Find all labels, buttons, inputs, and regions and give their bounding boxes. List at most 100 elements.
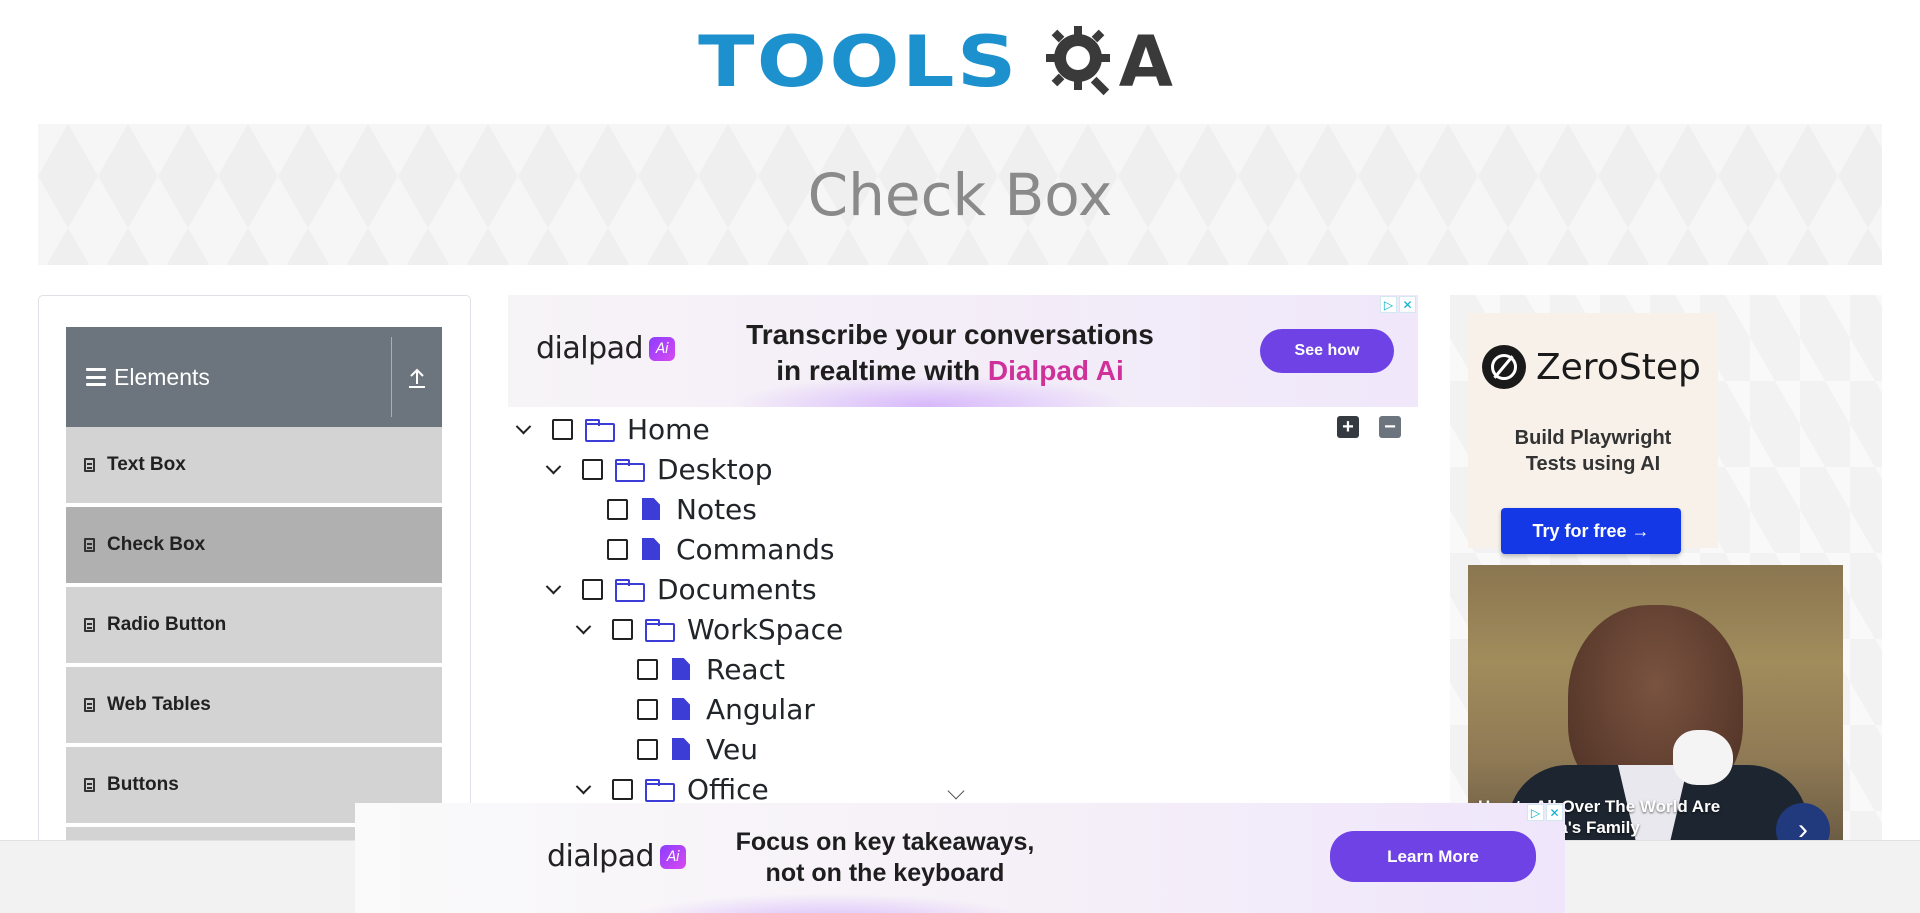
ad-close-icon[interactable]: ✕ [1399, 296, 1416, 313]
ad-headline-line1: Focus on key takeaways, [735, 828, 1035, 856]
toggle-chevron-icon[interactable] [568, 774, 598, 804]
ad-glow [615, 893, 1035, 913]
logo-text-qa: A [1118, 21, 1173, 103]
tree-node-label[interactable]: Documents [657, 573, 817, 606]
toolsqa-logo[interactable]: TOOLS A [698, 21, 1173, 103]
dialpad-ai-badge: Ai [649, 336, 676, 361]
html5-icon [84, 458, 95, 472]
see-how-button[interactable]: See how [1260, 329, 1394, 373]
sidebar-item-radio-button[interactable]: Radio Button [66, 587, 442, 665]
tree-node-label[interactable]: Notes [676, 493, 757, 526]
html5-icon [84, 538, 95, 552]
tree-node-label[interactable]: Home [627, 413, 710, 446]
checkbox[interactable] [582, 578, 603, 600]
header: TOOLS A [0, 0, 1920, 124]
tree-node-label[interactable]: Desktop [657, 453, 772, 486]
tree-node-label[interactable]: React [706, 653, 785, 686]
tree-node-desktop: Desktop [538, 449, 772, 489]
sidebar-item-label: Buttons [107, 774, 179, 795]
folder-icon [645, 619, 675, 642]
expand-all-button[interactable]: + [1337, 416, 1359, 438]
tree-node-home: Home [508, 409, 710, 449]
toggle-chevron-icon[interactable] [508, 414, 538, 444]
sidebar-item-label: Web Tables [107, 694, 211, 715]
file-icon [672, 738, 690, 760]
sidebar-group-title: Elements [114, 363, 210, 390]
checkbox[interactable] [637, 658, 658, 680]
collapse-up-icon[interactable] [406, 362, 428, 392]
checkbox[interactable] [637, 738, 658, 760]
try-for-free-button[interactable]: Try for free → [1501, 508, 1681, 554]
checkbox[interactable] [552, 418, 573, 440]
ad-headline-line2: not on the keyboard [765, 859, 1005, 887]
folder-icon [645, 779, 675, 802]
tree-node-workspace: WorkSpace [568, 609, 843, 649]
tree-node-react: React [637, 649, 785, 689]
zerostep-subtitle-line2: Tests using AI [1525, 453, 1661, 475]
ad-headline: Focus on key takeaways, not on the keybo… [715, 827, 1055, 889]
tree-node-label[interactable]: Commands [676, 533, 835, 566]
folder-icon [615, 579, 645, 602]
tree-node-veu: Veu [637, 729, 758, 769]
folder-icon [585, 419, 615, 442]
zerostep-logo-icon [1482, 345, 1526, 389]
page-banner: Check Box [38, 124, 1882, 265]
tree-node-notes: Notes [607, 489, 757, 529]
ad-banner-top[interactable]: dialpad Ai Transcribe your conversations… [508, 295, 1418, 407]
tree-node-label[interactable]: Angular [706, 693, 815, 726]
photo-tissue [1673, 730, 1733, 785]
checkbox[interactable] [612, 778, 633, 800]
tree-node-label[interactable]: Veu [706, 733, 758, 766]
learn-more-button[interactable]: Learn More [1330, 831, 1536, 882]
adchoices-icon[interactable]: ▷ [1527, 804, 1544, 821]
ad-headline-line2: in realtime with Dialpad Ai [740, 353, 1160, 389]
logo-text-tools: TOOLS [698, 21, 1019, 103]
file-icon [672, 698, 690, 720]
adchoices-icon[interactable]: ▷ [1380, 296, 1397, 313]
ad-close-icon[interactable]: ✕ [1546, 804, 1563, 821]
dialpad-logo: dialpad Ai [536, 331, 676, 366]
tree-node-label[interactable]: WorkSpace [687, 613, 843, 646]
menu-hamburger-icon [86, 368, 106, 386]
toggle-chevron-icon[interactable] [568, 614, 598, 644]
sidebar-item-web-tables[interactable]: Web Tables [66, 667, 442, 745]
folder-icon [615, 459, 645, 482]
checkbox[interactable] [637, 698, 658, 720]
sidebar-group-header-elements[interactable]: Elements [66, 327, 442, 427]
sidebar-item-label: Check Box [107, 534, 206, 555]
html5-icon [84, 778, 95, 792]
zerostep-brand-text: ZeroStep [1536, 346, 1701, 388]
ad-headline-prefix: in realtime with [776, 355, 981, 386]
ad-banner-bottom[interactable]: dialpad Ai Focus on key takeaways, not o… [355, 803, 1565, 913]
ad-choices-bottom[interactable]: ▷ ✕ [1527, 804, 1563, 821]
sidebar-item-check-box[interactable]: Check Box [66, 507, 442, 585]
ad-headline: Transcribe your conversations in realtim… [740, 317, 1160, 389]
dialpad-ai-badge: Ai [660, 844, 687, 869]
zerostep-logo: ZeroStep [1482, 345, 1701, 389]
toggle-chevron-icon[interactable] [538, 454, 568, 484]
html5-icon [84, 618, 95, 632]
zerostep-ad[interactable]: ZeroStep Build Playwright Tests using AI… [1468, 313, 1718, 554]
checkbox[interactable] [582, 458, 603, 480]
news-photo-ad[interactable]: Hearts All Over The World Are For Obama'… [1468, 565, 1843, 840]
tree-node-label[interactable]: Office [687, 773, 769, 806]
page-title: Check Box [807, 160, 1113, 229]
ad-headline-highlight: Dialpad Ai [987, 355, 1124, 386]
gear-magnifier-icon [1045, 26, 1110, 96]
zerostep-subtitle-line1: Build Playwright [1514, 427, 1672, 449]
ad-sidebar-right[interactable]: ZeroStep Build Playwright Tests using AI… [1450, 295, 1882, 840]
dialpad-brand-text: dialpad [536, 331, 644, 366]
checkbox[interactable] [607, 538, 628, 560]
checkbox-tree: + − Home Desktop Notes Commands Document… [508, 409, 1418, 806]
file-icon [642, 538, 660, 560]
checkbox[interactable] [612, 618, 633, 640]
sidebar-item-text-box[interactable]: Text Box [66, 427, 442, 505]
checkbox[interactable] [607, 498, 628, 520]
dialpad-brand-text: dialpad [547, 839, 655, 874]
header-divider [391, 337, 392, 417]
ad-choices[interactable]: ▷ ✕ [1380, 296, 1416, 313]
toggle-chevron-icon[interactable] [538, 574, 568, 604]
collapse-all-button[interactable]: − [1379, 416, 1401, 438]
sidebar-item-label: Radio Button [107, 614, 227, 635]
sidebar-item-label: Text Box [107, 454, 186, 475]
